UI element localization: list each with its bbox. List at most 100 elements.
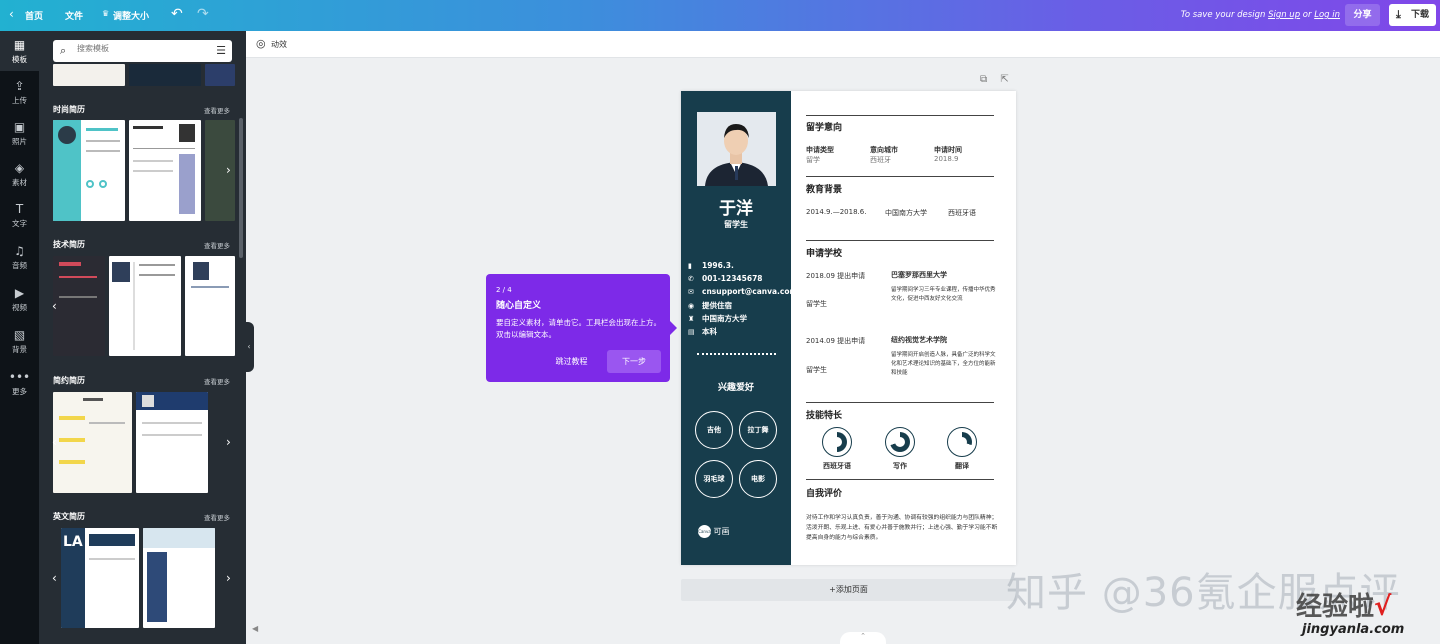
template-search[interactable]: ⌕ ☰ [53,40,232,62]
collapse-panel-handle[interactable]: ‹ [244,322,254,372]
hobby-circle[interactable]: 拉丁舞 [739,411,777,449]
home-link[interactable]: 首页 [25,9,43,22]
school-date[interactable]: 2018.09 提出申请 [806,271,865,281]
resume-page[interactable]: 于洋 留学生 ▮ 1996.3. ✆ 001-12345678 ✉ cnsupport@c… [681,91,1016,565]
contact-row[interactable]: ♜ 中国南方大学 [688,313,747,324]
file-menu[interactable]: 文件 [65,9,83,22]
scroll-left-icon[interactable]: ◀ [252,624,258,633]
profile-photo[interactable] [697,112,776,186]
share-button[interactable]: 分享 [1345,4,1380,26]
skip-tutorial-button[interactable]: 跳过教程 [549,351,594,373]
rail-item-audio[interactable]: ♫ 音频 [0,237,39,277]
carousel-prev-icon[interactable]: ‹ [52,571,57,585]
school-name[interactable]: 纽约视觉艺术学院 [891,335,947,345]
intent-label[interactable]: 申请类型 [806,145,834,155]
carousel-prev-icon[interactable]: ‹ [52,299,57,313]
education-major[interactable]: 西班牙语 [948,208,976,218]
see-more-link[interactable]: 查看更多 [204,240,230,250]
undo-icon[interactable]: ↶ [171,6,183,22]
school-type[interactable]: 留学生 [806,299,827,309]
rail-item-background[interactable]: ▧ 背景 [0,321,39,361]
template-thumbnail[interactable] [109,256,181,356]
rail-item-elements[interactable]: ◈ 素材 [0,154,39,194]
see-more-link[interactable]: 查看更多 [204,105,230,115]
chevron-left-icon[interactable]: ‹ [9,7,14,21]
duplicate-page-icon[interactable]: ⧉ [980,74,987,85]
resume-role[interactable]: 留学生 [681,219,791,230]
filter-icon[interactable]: ☰ [216,44,226,57]
school-description[interactable]: 留学期间开启创造人脉，具备广泛的科学文化和艺术理论知识的基础下，全方位的能新和技… [891,351,997,378]
intent-value[interactable]: 留学 [806,155,820,165]
resize-button[interactable]: 调整大小 [113,9,149,22]
school-description[interactable]: 留学期间学习三年专业课程，传播中华优秀文化，促进中西友好文化交流 [891,286,997,304]
template-thumbnail[interactable] [53,64,125,86]
carousel-next-icon[interactable]: › [226,299,231,313]
search-input[interactable] [77,44,207,53]
template-thumbnail[interactable] [205,64,235,86]
intent-label[interactable]: 申请时间 [934,145,962,155]
schools-heading[interactable]: 申请学校 [806,246,842,259]
contact-row[interactable]: ✉ cnsupport@canva.com [688,287,797,296]
add-page-button[interactable]: +添加页面 [681,579,1016,601]
rail-item-more[interactable]: ••• 更多 [0,363,39,403]
rail-item-text[interactable]: T 文字 [0,195,39,235]
rail-item-video[interactable]: ▶ 视频 [0,279,39,319]
carousel-next-icon[interactable]: › [226,163,231,177]
school-type[interactable]: 留学生 [806,365,827,375]
school-name[interactable]: 巴塞罗那西里大学 [891,270,947,280]
skill-label[interactable]: 西班牙语 [812,461,862,471]
rail-item-uploads[interactable]: ⇪ 上传 [0,72,39,112]
template-thumbnail[interactable] [53,120,125,221]
rail-item-templates[interactable]: ▦ 模板 [0,31,39,71]
school-date[interactable]: 2014.09 提出申请 [806,336,865,346]
see-more-link[interactable]: 查看更多 [204,512,230,522]
redo-icon[interactable]: ↷ [197,6,209,22]
carousel-prev-icon[interactable]: ‹ [52,435,57,449]
template-thumbnail[interactable] [53,256,105,356]
log-in-link[interactable]: Log in [1314,10,1340,20]
animate-button[interactable]: 动效 [271,39,287,50]
contact-row[interactable]: ◉ 提供住宿 [688,300,732,311]
hobby-circle[interactable]: 电影 [739,460,777,498]
intent-value[interactable]: 西班牙 [870,155,891,165]
sign-up-link[interactable]: Sign up [1268,10,1300,20]
contact-row[interactable]: ▤ 本科 [688,326,717,337]
self-eval-heading[interactable]: 自我评价 [806,486,842,499]
download-button[interactable]: ⤓ 下载 [1389,4,1436,26]
hobby-circle[interactable]: 吉他 [695,411,733,449]
contact-row[interactable]: ▮ 1996.3. [688,261,734,270]
education-heading[interactable]: 教育背景 [806,182,842,195]
resume-name[interactable]: 于洋 [681,194,791,219]
template-thumbnail[interactable]: LA [61,528,139,628]
notes-handle[interactable]: ⌃ [840,632,886,644]
template-thumbnail[interactable] [136,392,208,493]
add-page-icon[interactable]: ⇱ [1000,74,1008,85]
template-thumbnail[interactable] [129,64,201,86]
skills-heading[interactable]: 技能特长 [806,408,842,421]
skill-ring[interactable] [822,427,852,457]
skill-label[interactable]: 写作 [875,461,925,471]
contact-row[interactable]: ✆ 001-12345678 [688,274,763,283]
carousel-next-icon[interactable]: › [226,571,231,585]
skill-ring[interactable] [947,427,977,457]
self-eval-text[interactable]: 对待工作和学习认真负责，善于沟通、协调有较强的组织能力与团队精神；活泼开朗、乐观… [806,513,998,543]
hobbies-heading[interactable]: 兴趣爱好 [681,380,791,393]
rail-item-photos[interactable]: ▣ 照片 [0,113,39,153]
skill-ring[interactable] [885,427,915,457]
template-thumbnail[interactable] [143,528,215,628]
carousel-next-icon[interactable]: › [226,435,231,449]
panel-scrollbar[interactable] [239,118,243,258]
resume-sidebar[interactable]: 于洋 留学生 ▮ 1996.3. ✆ 001-12345678 ✉ cnsupport@c… [681,91,797,565]
template-thumbnail[interactable] [129,120,201,221]
animate-icon[interactable]: ◎ [256,37,266,50]
next-step-button[interactable]: 下一步 [607,350,661,373]
template-thumbnail[interactable] [53,392,132,493]
education-period[interactable]: 2014.9.—2018.6. [806,208,866,216]
intent-heading[interactable]: 留学意向 [806,120,842,133]
see-more-link[interactable]: 查看更多 [204,376,230,386]
hobby-circle[interactable]: 羽毛球 [695,460,733,498]
intent-value[interactable]: 2018.9 [934,155,959,163]
skill-label[interactable]: 翻译 [937,461,987,471]
education-school[interactable]: 中国南方大学 [885,208,927,218]
intent-label[interactable]: 意向城市 [870,145,898,155]
